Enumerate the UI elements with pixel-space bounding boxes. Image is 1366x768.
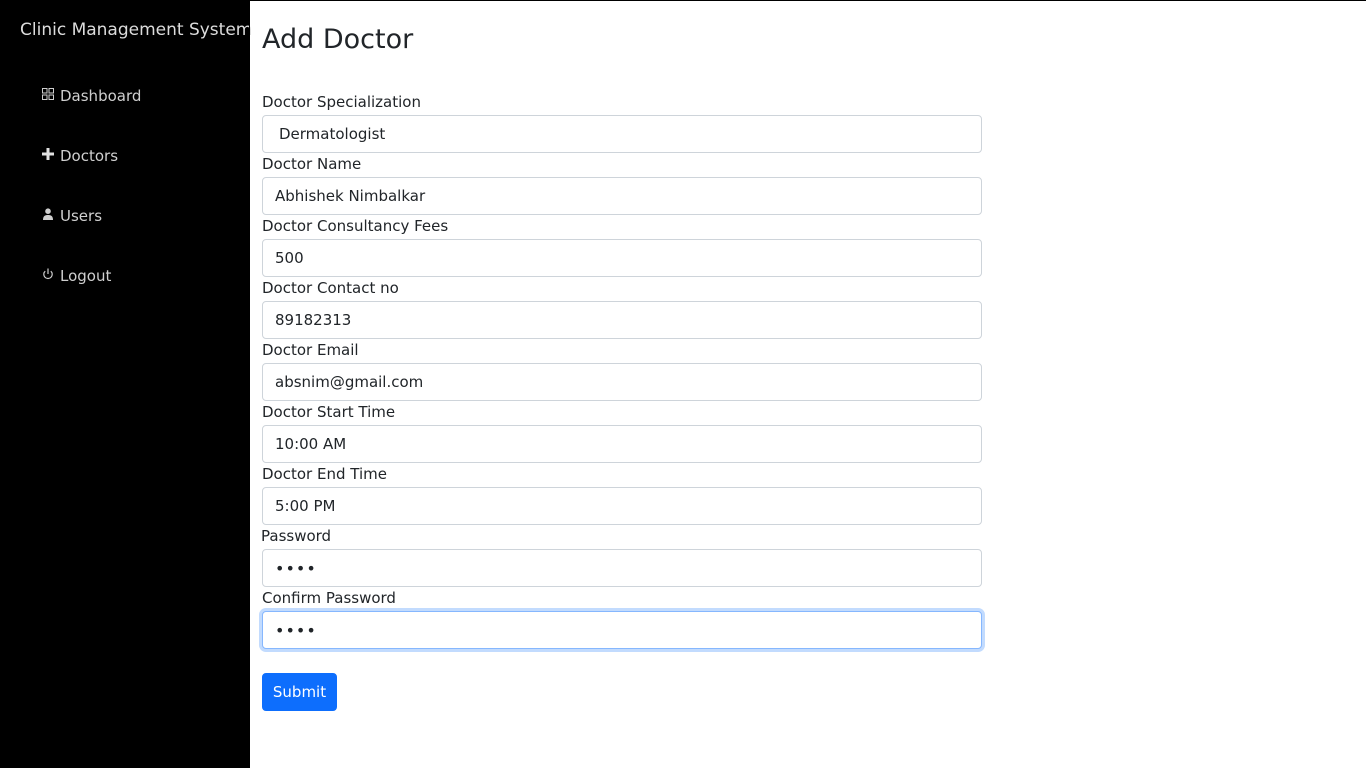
start-time-input[interactable] [262, 425, 982, 463]
confirm-password-label: Confirm Password [262, 589, 396, 607]
sidebar-item-dashboard[interactable]: Dashboard [41, 84, 141, 108]
sidebar-item-doctors[interactable]: Doctors [41, 144, 118, 168]
power-icon [41, 267, 55, 281]
sidebar-item-logout[interactable]: Logout [41, 264, 111, 288]
app-window: Clinic Management System Dashboard Docto… [0, 0, 1366, 768]
grid-icon [41, 87, 55, 101]
person-icon [41, 207, 55, 221]
password-label: Password [261, 527, 332, 545]
brand-title: Clinic Management System [20, 20, 253, 40]
specialization-label: Doctor Specialization [262, 93, 421, 111]
confirm-password-input[interactable] [262, 611, 982, 649]
start-time-label: Doctor Start Time [262, 403, 396, 421]
end-time-label: Doctor End Time [262, 465, 387, 483]
sidebar-item-users[interactable]: Users [41, 204, 102, 228]
plus-icon [41, 147, 55, 161]
password-input[interactable] [262, 549, 982, 587]
sidebar-item-label: Logout [60, 267, 112, 285]
consultancy-fees-input[interactable] [262, 239, 982, 277]
contact-no-input[interactable] [262, 301, 982, 339]
consultancy-fees-label: Doctor Consultancy Fees [262, 217, 449, 235]
page-title: Add Doctor [262, 24, 414, 55]
submit-button[interactable]: Submit [262, 673, 337, 711]
content-left-border [249, 0, 250, 768]
sidebar-item-label: Users [60, 207, 103, 225]
doctor-name-label: Doctor Name [262, 155, 362, 173]
email-input[interactable] [262, 363, 982, 401]
sidebar-item-label: Dashboard [60, 87, 142, 105]
sidebar-item-label: Doctors [60, 147, 119, 165]
top-border [249, 0, 1366, 1]
doctor-name-input[interactable] [262, 177, 982, 215]
specialization-select[interactable] [262, 115, 982, 153]
contact-no-label: Doctor Contact no [262, 279, 399, 297]
end-time-input[interactable] [262, 487, 982, 525]
email-label: Doctor Email [262, 341, 359, 359]
sidebar: Clinic Management System Dashboard Docto… [0, 0, 253, 768]
